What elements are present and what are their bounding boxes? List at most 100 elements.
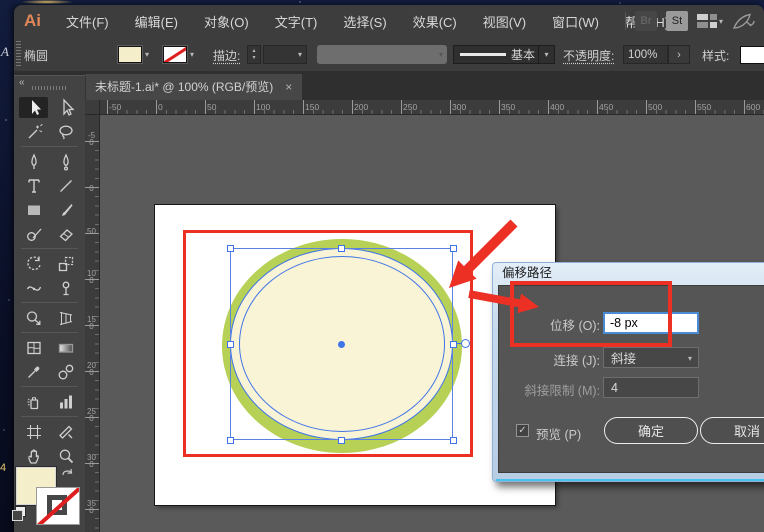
- chevron-down-icon[interactable]: ▾: [145, 50, 149, 59]
- toolbox-panel: «: [12, 75, 86, 532]
- ruler-tick-label: 50: [207, 102, 217, 112]
- brush-definition-control[interactable]: 基本 ▾: [453, 45, 555, 64]
- line-segment-tool[interactable]: [51, 175, 80, 196]
- lasso-tool[interactable]: [51, 121, 80, 142]
- menu-item[interactable]: 效果(C): [400, 12, 470, 31]
- mesh-tool[interactable]: [19, 337, 48, 358]
- vertical-ruler[interactable]: -50 0 50 100 150 200 250 300 350: [85, 115, 100, 532]
- cancel-button[interactable]: 取消: [700, 417, 764, 444]
- artboard-tool[interactable]: [19, 421, 48, 442]
- menu-item[interactable]: 选择(S): [330, 12, 399, 31]
- stock-icon[interactable]: St: [665, 11, 688, 31]
- preview-checkbox[interactable]: ✓: [516, 424, 529, 437]
- symbol-sprayer-tool[interactable]: [19, 391, 48, 412]
- chevron-down-icon[interactable]: ▾: [298, 50, 302, 59]
- chevron-down-icon: ▾: [718, 16, 723, 26]
- stroke-weight-field[interactable]: ▾: [263, 45, 307, 64]
- selection-handle[interactable]: [338, 436, 345, 444]
- side-widget-handle[interactable]: [461, 339, 470, 348]
- slice-tool[interactable]: [51, 421, 80, 442]
- bridge-icon[interactable]: Br: [634, 11, 657, 31]
- magic-wand-tool[interactable]: [19, 121, 48, 142]
- active-tool-label: 椭圆: [24, 49, 49, 63]
- column-graph-tool[interactable]: [51, 391, 80, 412]
- menu-item[interactable]: 编辑(E): [122, 12, 191, 31]
- fill-color-control[interactable]: ▾: [118, 46, 149, 63]
- stroke-color-control[interactable]: ▾: [163, 46, 194, 63]
- gradient-tool[interactable]: [51, 337, 80, 358]
- stroke-none-swatch[interactable]: [163, 46, 187, 63]
- brush-dropdown-button[interactable]: ▾: [538, 46, 554, 63]
- opacity-value: 100%: [628, 48, 658, 61]
- selection-tool-icon: [31, 99, 41, 115]
- blend-tool[interactable]: [51, 361, 80, 382]
- zoom-tool[interactable]: [51, 445, 80, 466]
- graphic-style-swatch[interactable]: [740, 46, 764, 64]
- direct-selection-tool[interactable]: [51, 97, 80, 118]
- document-tab[interactable]: 未标题-1.ai* @ 100% (RGB/预览) ×: [85, 74, 303, 100]
- gpu-rocket-icon[interactable]: [732, 12, 756, 30]
- rotate-tool[interactable]: [19, 253, 48, 274]
- close-icon[interactable]: ×: [285, 74, 292, 100]
- selection-handle[interactable]: [449, 436, 457, 444]
- width-tool[interactable]: [19, 277, 48, 298]
- selection-handle[interactable]: [226, 340, 234, 348]
- offset-value: -8 px: [610, 316, 638, 330]
- menu-item[interactable]: 视图(V): [470, 12, 539, 31]
- selection-handle[interactable]: [449, 244, 457, 252]
- offset-input[interactable]: -8 px: [603, 312, 699, 334]
- fill-color-swatch[interactable]: [118, 46, 142, 63]
- toolbox-grip[interactable]: [32, 86, 66, 90]
- menu-item[interactable]: 文字(T): [262, 12, 331, 31]
- paintbrush-tool[interactable]: [51, 199, 80, 220]
- collapse-panel-icon[interactable]: «: [19, 77, 25, 88]
- ruler-tick-label: 250: [87, 407, 96, 423]
- selection-center-point[interactable]: [338, 341, 345, 348]
- menu-item[interactable]: 对象(O): [191, 12, 262, 31]
- selection-handle[interactable]: [226, 436, 234, 444]
- shaper-tool[interactable]: [19, 223, 48, 244]
- miter-limit-label: 斜接限制 (M):: [524, 384, 600, 398]
- shape-builder-tool[interactable]: [19, 307, 48, 328]
- stroke-weight-label[interactable]: 描边:: [213, 47, 240, 64]
- scale-tool[interactable]: [51, 253, 80, 274]
- stroke-weight-stepper[interactable]: ▴ ▾: [247, 45, 261, 64]
- ruler-origin-corner[interactable]: [85, 100, 100, 115]
- rectangle-tool[interactable]: [19, 199, 48, 220]
- stroke-color-indicator[interactable]: [36, 487, 80, 525]
- dialog-title[interactable]: 偏移路径: [493, 263, 764, 284]
- puppet-warp-tool-icon: [62, 281, 69, 295]
- puppet-warp-tool[interactable]: [51, 277, 80, 298]
- menu-item[interactable]: 文件(F): [53, 12, 122, 31]
- curvature-tool[interactable]: [51, 151, 80, 172]
- perspective-grid-tool-icon: [59, 311, 72, 325]
- join-select[interactable]: 斜接 ▾: [603, 347, 699, 368]
- swap-fill-stroke-icon[interactable]: [61, 465, 75, 479]
- selection-tool[interactable]: [19, 97, 48, 118]
- chevron-down-icon[interactable]: ▾: [190, 50, 194, 59]
- opacity-field[interactable]: 100%: [623, 45, 668, 64]
- toolbox-divider: [21, 386, 78, 387]
- miter-limit-field[interactable]: 4: [603, 377, 699, 398]
- default-fill-stroke-icon[interactable]: [12, 506, 26, 521]
- ruler-tick-label: 500: [648, 102, 663, 112]
- selection-handle[interactable]: [449, 340, 457, 348]
- selection-handle[interactable]: [226, 244, 234, 252]
- type-tool[interactable]: [19, 175, 48, 196]
- ruler-tick-label: 400: [550, 102, 565, 112]
- ok-button[interactable]: 确定: [604, 417, 698, 444]
- selection-handle[interactable]: [338, 244, 345, 252]
- control-bar-grip[interactable]: [16, 41, 21, 67]
- horizontal-ruler[interactable]: -50 0 50 100 150 200 250 300 350 400 450 500 550 600: [100, 100, 764, 115]
- eraser-tool[interactable]: [51, 223, 80, 244]
- pen-tool[interactable]: [19, 151, 48, 172]
- workspace-switcher-icon[interactable]: ▾: [696, 14, 723, 28]
- hand-tool[interactable]: [19, 445, 48, 466]
- opacity-more-button[interactable]: ›: [668, 45, 690, 64]
- join-value: 斜接: [611, 352, 637, 366]
- perspective-grid-tool[interactable]: [51, 307, 80, 328]
- menu-item[interactable]: 窗口(W): [539, 12, 612, 31]
- illustrator-logo[interactable]: Ai: [24, 11, 41, 31]
- eyedropper-tool[interactable]: [19, 361, 48, 382]
- opacity-label[interactable]: 不透明度:: [563, 47, 614, 64]
